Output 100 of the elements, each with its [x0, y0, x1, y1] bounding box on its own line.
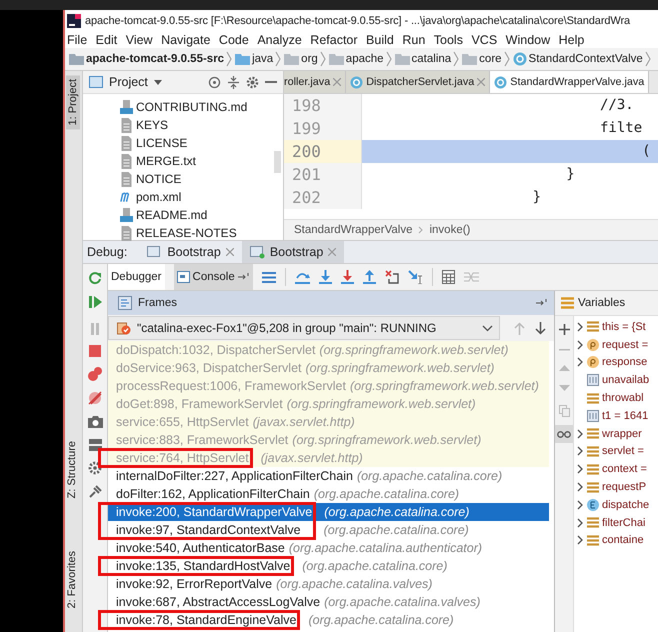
add-icon[interactable]: [558, 324, 570, 335]
expand-icon[interactable]: [577, 446, 583, 456]
variable-name[interactable]: dispatche: [602, 498, 650, 511]
menu-item[interactable]: Analyze: [257, 33, 308, 47]
file-name[interactable]: MERGE.txt: [136, 154, 196, 168]
breadcrumb-item[interactable]: StandardWrapperValve: [294, 224, 412, 236]
breadcrumb-item[interactable]: core: [479, 53, 502, 65]
panel-title[interactable]: Project: [109, 75, 148, 89]
menu-item[interactable]: File: [67, 33, 93, 47]
rerun-icon[interactable]: [88, 271, 102, 285]
settings-icon[interactable]: [88, 461, 102, 475]
expand-icon[interactable]: [577, 322, 583, 332]
expand-icon[interactable]: [577, 482, 583, 492]
menu-item[interactable]: View: [126, 33, 158, 47]
expand-icon[interactable]: [577, 340, 583, 350]
editor-tab[interactable]: roller.java: [284, 71, 346, 93]
breakpoints-icon[interactable]: [88, 367, 102, 381]
file-name[interactable]: LICENSE: [136, 136, 188, 150]
breadcrumb-item[interactable]: org: [301, 53, 318, 65]
breadcrumb-item[interactable]: apache-tomcat-9.0.55-src: [86, 53, 224, 65]
calculator-icon[interactable]: [442, 270, 455, 284]
pin-arrow-icon[interactable]: [536, 299, 548, 307]
menu-item[interactable]: Edit: [96, 33, 123, 47]
menu-item[interactable]: Window: [506, 33, 556, 47]
editor-tab[interactable]: StandardWrapperValve.java: [490, 71, 650, 93]
step-over-icon[interactable]: [294, 270, 310, 284]
editor-tab[interactable]: DispatcherServlet.java: [346, 71, 490, 93]
variable-icon: [587, 374, 599, 386]
pin-arrow-icon[interactable]: [238, 273, 250, 281]
debugger-tab[interactable]: Debugger: [108, 264, 165, 290]
field-icon: [587, 482, 599, 493]
file-name[interactable]: CONTRIBUTING.md: [136, 100, 248, 114]
expand-icon[interactable]: [577, 518, 583, 528]
mute-breakpoints-icon[interactable]: [88, 391, 102, 405]
locate-icon[interactable]: [208, 76, 221, 88]
drop-frame-icon[interactable]: [384, 270, 399, 284]
run-tab[interactable]: Bootstrap: [242, 241, 344, 263]
menu-item[interactable]: VCS: [471, 33, 503, 47]
file-name[interactable]: NOTICE: [136, 172, 182, 186]
breadcrumb-item[interactable]: StandardContextValve: [528, 53, 643, 65]
expand-icon[interactable]: [577, 500, 583, 510]
file-name[interactable]: RELEASE-NOTES: [136, 226, 237, 240]
menu-item[interactable]: Help: [558, 33, 590, 47]
stack-frame[interactable]: invoke:200, StandardWrapperValve (org.apache.catalina.core): [108, 503, 549, 521]
variable-name[interactable]: containe: [602, 534, 644, 546]
dropdown-icon[interactable]: [154, 80, 162, 84]
tool-window-tab[interactable]: 2: Favorites: [66, 551, 78, 608]
run-to-cursor-icon[interactable]: [408, 270, 423, 284]
force-step-into-icon[interactable]: [340, 270, 354, 284]
run-tab[interactable]: Bootstrap: [139, 241, 242, 263]
menu-item[interactable]: Build: [366, 33, 400, 47]
markdown-file-icon: [120, 100, 133, 114]
pin-icon[interactable]: [88, 485, 102, 498]
variable-name[interactable]: wrapper: [602, 428, 642, 440]
breadcrumb-item[interactable]: java: [252, 53, 274, 65]
camera-icon[interactable]: [88, 415, 102, 428]
menu-item[interactable]: Navigate: [161, 33, 216, 47]
menu-item[interactable]: Run: [402, 33, 431, 47]
variable-name[interactable]: unavailab: [602, 374, 650, 386]
file-name[interactable]: README.md: [136, 208, 208, 222]
arrow-down-icon[interactable]: [535, 322, 546, 334]
variable-name[interactable]: servlet =: [602, 445, 644, 458]
expand-icon[interactable]: [577, 428, 583, 439]
layout-icon[interactable]: [88, 438, 102, 451]
resume-icon[interactable]: [88, 295, 102, 309]
collapse-icon[interactable]: [227, 76, 240, 88]
debug-label: Debug:: [86, 245, 128, 259]
file-name[interactable]: KEYS: [136, 118, 168, 132]
expand-icon[interactable]: [577, 357, 583, 368]
step-out-icon[interactable]: [362, 270, 376, 284]
scrollbar[interactable]: [274, 151, 281, 173]
menu-item[interactable]: Refactor: [310, 33, 364, 47]
thread-dropdown[interactable]: "catalina-exec-Fox1"@5,208 in group "main": RUNNING: [108, 316, 500, 340]
menu-icon[interactable]: [262, 272, 276, 282]
variable-name[interactable]: requestP: [602, 481, 646, 494]
variable-name[interactable]: this = {St: [602, 320, 646, 333]
class-icon: [350, 76, 364, 88]
menu-item[interactable]: Code: [218, 33, 254, 47]
breadcrumb-item[interactable]: invoke(): [429, 224, 470, 236]
variable-name[interactable]: throwabl: [602, 392, 644, 404]
file-name[interactable]: pom.xml: [136, 190, 182, 204]
settings-icon[interactable]: [246, 76, 259, 88]
tool-window-tab[interactable]: Z: Structure: [66, 441, 78, 498]
menu-item[interactable]: Tools: [434, 33, 468, 47]
tool-window-tab[interactable]: 1: Project: [66, 75, 80, 130]
step-into-icon[interactable]: [318, 270, 332, 284]
variable-name[interactable]: t1 = 1641: [602, 410, 648, 422]
expand-icon[interactable]: [577, 464, 583, 474]
variable-name[interactable]: filterChai: [602, 516, 646, 529]
minimize-icon[interactable]: [265, 80, 277, 84]
breadcrumb-item[interactable]: apache: [346, 53, 384, 65]
variable-name[interactable]: request =: [602, 338, 648, 351]
variable-name[interactable]: response: [602, 356, 648, 368]
watches-toggle[interactable]: [555, 425, 573, 443]
variable-name[interactable]: context =: [602, 463, 647, 476]
enum-icon: [587, 498, 599, 511]
debugger-tab[interactable]: Console: [174, 264, 253, 290]
variable-icon: [587, 410, 599, 422]
expand-icon[interactable]: [577, 535, 583, 546]
breadcrumb-item[interactable]: catalina: [412, 53, 452, 65]
